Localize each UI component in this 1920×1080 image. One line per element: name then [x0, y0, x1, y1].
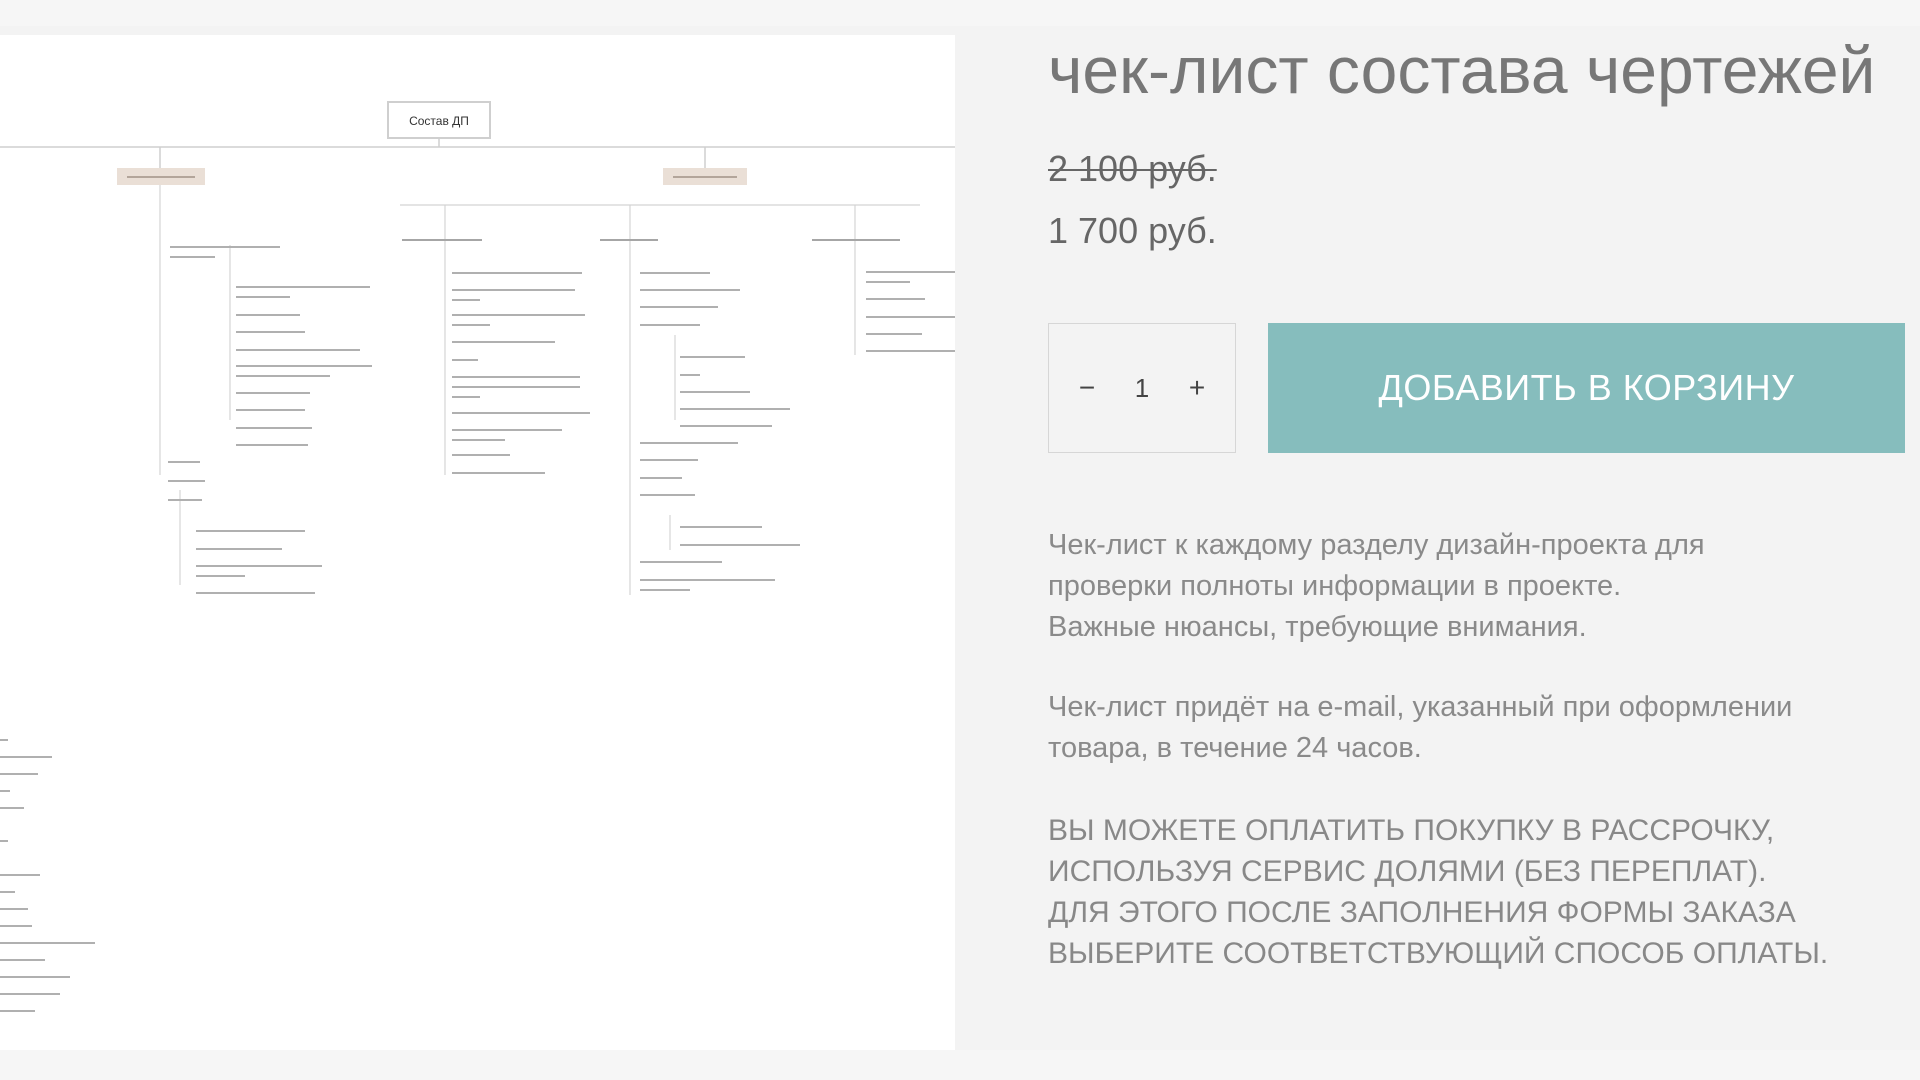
delivery-line: Чек-лист придёт на e-mail, указанный при…	[1048, 691, 1793, 723]
product-image[interactable]: Состав ДП	[0, 35, 955, 1050]
diagram-items-left	[168, 246, 372, 594]
footer-strip	[0, 1050, 1920, 1080]
delivery-line: товара, в течение 24 часов.	[1048, 732, 1422, 764]
description-line: проверки полноты информации в проекте.	[1048, 570, 1622, 602]
quantity-stepper: − 1 +	[1048, 323, 1236, 453]
diagram-items-right	[640, 272, 800, 591]
decrease-quantity-button[interactable]: −	[1069, 370, 1105, 406]
delivery-note: Чек-лист придёт на e-mail, указанный при…	[1048, 687, 1908, 769]
installment-line: ИСПОЛЬЗУЯ СЕРВИС ДОЛЯМИ (БЕЗ ПЕРЕПЛАТ).	[1048, 855, 1767, 888]
product-page: Состав ДП чек-лист состава чертежей 2 10…	[0, 0, 1920, 1080]
current-price: 1 700 руб.	[1048, 210, 1217, 251]
installment-line: ВЫ МОЖЕТЕ ОПЛАТИТЬ ПОКУПКУ В РАССРОЧКУ,	[1048, 814, 1775, 847]
product-description: Чек-лист к каждому разделу дизайн-проект…	[1048, 525, 1908, 648]
product-title: чек-лист состава чертежей	[1048, 33, 1876, 107]
installment-line: ДЛЯ ЭТОГО ПОСЛЕ ЗАПОЛНЕНИЯ ФОРМЫ ЗАКАЗА	[1048, 896, 1796, 929]
increase-quantity-button[interactable]: +	[1179, 370, 1215, 406]
quantity-value[interactable]: 1	[1122, 373, 1162, 404]
diagram-items-lower-left	[0, 739, 95, 1012]
diagram-items-middle	[452, 272, 590, 474]
old-price: 2 100 руб.	[1048, 148, 1217, 189]
checklist-diagram-preview: Состав ДП	[0, 101, 955, 1012]
diagram-root-label: Состав ДП	[409, 114, 469, 128]
add-to-cart-button[interactable]: ДОБАВИТЬ В КОРЗИНУ	[1268, 323, 1905, 453]
description-line: Чек-лист к каждому разделу дизайн-проект…	[1048, 529, 1705, 561]
installment-note: ВЫ МОЖЕТЕ ОПЛАТИТЬ ПОКУПКУ В РАССРОЧКУ, …	[1048, 810, 1908, 974]
header-strip	[0, 0, 1920, 26]
description-line: Важные нюансы, требующие внимания.	[1048, 611, 1587, 643]
diagram-items-far-right	[866, 271, 955, 352]
installment-line: ВЫБЕРИТЕ СООТВЕТСТВУЮЩИЙ СПОСОБ ОПЛАТЫ.	[1048, 937, 1829, 970]
